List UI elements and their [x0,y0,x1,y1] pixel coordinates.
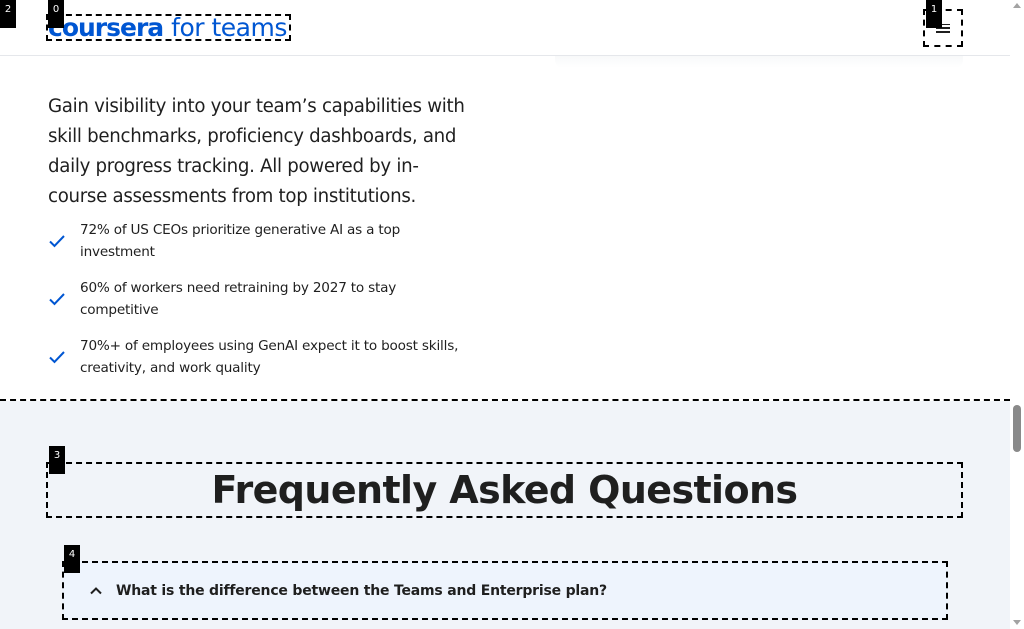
scroll-down-arrow-icon[interactable] [1013,620,1021,625]
marker-3: 3 [49,446,65,474]
logo-subtitle: for teams [171,13,287,42]
section-illustration [555,54,963,68]
marker-4: 4 [64,545,80,573]
marker-1: 1 [926,0,942,28]
faq-section: Frequently Asked Questions What is the d… [0,401,1010,629]
stat-text: 72% of US CEOs prioritize generative AI … [80,222,401,260]
stat-item-retraining: 60% of workers need retraining by 2027 t… [48,277,478,321]
page: coursera for teams ne Gain visibility in… [0,0,1010,629]
scroll-up-arrow-icon[interactable] [1013,3,1021,8]
faq-question: What is the difference between the Teams… [116,582,607,599]
stat-text: 70%+ of employees using GenAI expect it … [80,338,459,376]
marker-0: 0 [48,0,64,28]
stat-item-genai: 70%+ of employees using GenAI expect it … [48,335,478,379]
page-scrollbar[interactable] [1010,0,1024,629]
marker-2: 2 [0,0,16,28]
faq-heading-box: Frequently Asked Questions [46,462,963,518]
check-icon [48,234,70,248]
check-icon [48,350,70,364]
site-header: coursera for teams [0,0,1010,56]
stat-list: 72% of US CEOs prioritize generative AI … [48,219,478,379]
scrollbar-thumb[interactable] [1013,405,1021,452]
stat-item-ceo: 72% of US CEOs prioritize generative AI … [48,219,478,263]
logo-wordmark: coursera [48,13,164,42]
stat-text: 60% of workers need retraining by 2027 t… [80,280,397,318]
faq-item-teams-vs-enterprise[interactable]: What is the difference between the Teams… [62,561,948,620]
section-description: Gain visibility into your team’s capabil… [48,96,465,207]
chevron-up-icon [84,586,108,595]
check-icon [48,292,70,306]
faq-heading: Frequently Asked Questions [211,468,799,512]
coursera-for-teams-logo[interactable]: coursera for teams [46,14,291,41]
